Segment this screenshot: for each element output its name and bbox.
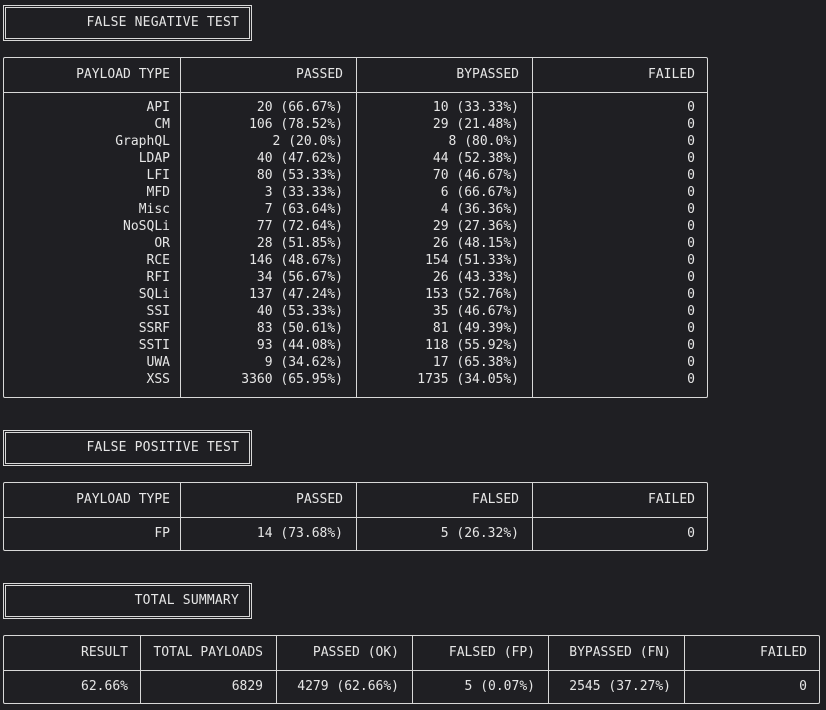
summary-cell-passed-ok: 4279 (62.66%) bbox=[297, 679, 399, 694]
fn-cell-passed: 93 (44.08%) bbox=[256, 338, 343, 353]
fn-cell-bypassed: 6 (66.67%) bbox=[440, 185, 519, 200]
header-falsed-fp: FALSED (FP) bbox=[448, 645, 535, 660]
fn-cell-failed: 0 bbox=[687, 287, 695, 302]
fn-cell-bypassed: 118 (55.92%) bbox=[425, 338, 519, 353]
fn-cell-passed: 137 (47.24%) bbox=[249, 287, 343, 302]
fn-cell-payload-type: UWA bbox=[146, 355, 170, 370]
fn-cell-bypassed: 29 (27.36%) bbox=[432, 219, 519, 234]
fn-cell-payload-type: SSTI bbox=[138, 338, 170, 353]
summary-table: RESULT TOTAL PAYLOADS PASSED (OK) FALSED (F… bbox=[3, 635, 820, 704]
fn-cell-passed: 20 (66.67%) bbox=[256, 100, 343, 115]
fn-cell-failed: 0 bbox=[687, 236, 695, 251]
fn-cell-payload-type: LFI bbox=[146, 168, 170, 183]
fn-cell-passed: 7 (63.64%) bbox=[264, 202, 343, 217]
fn-cell-failed: 0 bbox=[687, 168, 695, 183]
fn-cell-bypassed: 81 (49.39%) bbox=[432, 321, 519, 336]
fn-cell-failed: 0 bbox=[687, 151, 695, 166]
fn-cell-payload-type: API bbox=[146, 100, 170, 115]
fn-cell-bypassed: 1735 (34.05%) bbox=[417, 372, 519, 387]
fn-cell-failed: 0 bbox=[687, 355, 695, 370]
header-bypassed-fn: BYPASSED (FN) bbox=[569, 645, 671, 660]
header-failed: FAILED bbox=[648, 492, 695, 507]
fn-cell-failed: 0 bbox=[687, 253, 695, 268]
fn-cell-passed: 40 (47.62%) bbox=[256, 151, 343, 166]
fn-cell-bypassed: 154 (51.33%) bbox=[425, 253, 519, 268]
fn-cell-payload-type: NoSQLi bbox=[123, 219, 170, 234]
fn-cell-failed: 0 bbox=[687, 304, 695, 319]
header-payload-type: PAYLOAD TYPE bbox=[76, 492, 170, 507]
header-passed: PASSED bbox=[296, 492, 343, 507]
fn-cell-bypassed: 26 (48.15%) bbox=[432, 236, 519, 251]
fn-cell-passed: 34 (56.67%) bbox=[256, 270, 343, 285]
fn-cell-failed: 0 bbox=[687, 100, 695, 115]
fn-cell-passed: 83 (50.61%) bbox=[256, 321, 343, 336]
fn-cell-bypassed: 4 (36.36%) bbox=[440, 202, 519, 217]
header-payload-type: PAYLOAD TYPE bbox=[76, 67, 170, 82]
header-total-payloads: TOTAL PAYLOADS bbox=[153, 645, 263, 660]
fn-test-title: FALSE NEGATIVE TEST bbox=[3, 5, 252, 41]
summary-cell-total-payloads: 6829 bbox=[231, 679, 263, 694]
fn-cell-bypassed: 70 (46.67%) bbox=[432, 168, 519, 183]
fn-cell-failed: 0 bbox=[687, 134, 695, 149]
fn-cell-payload-type: GraphQL bbox=[115, 134, 170, 149]
fn-cell-failed: 0 bbox=[687, 270, 695, 285]
header-passed-ok: PASSED (OK) bbox=[312, 645, 399, 660]
fn-cell-payload-type: Misc bbox=[138, 202, 170, 217]
fn-cell-passed: 9 (34.62%) bbox=[264, 355, 343, 370]
fn-cell-bypassed: 44 (52.38%) bbox=[432, 151, 519, 166]
fn-results-table: PAYLOAD TYPE PASSED BYPASSED FAILED API 20 (… bbox=[3, 57, 708, 398]
fn-cell-bypassed: 29 (21.48%) bbox=[432, 117, 519, 132]
fp-cell-payload-type: FP bbox=[154, 526, 170, 541]
fn-cell-passed: 77 (72.64%) bbox=[256, 219, 343, 234]
fn-cell-passed: 3360 (65.95%) bbox=[241, 372, 343, 387]
fn-cell-failed: 0 bbox=[687, 117, 695, 132]
summary-cell-falsed-fp: 5 (0.07%) bbox=[464, 679, 535, 694]
fn-cell-payload-type: CM bbox=[154, 117, 170, 132]
header-failed: FAILED bbox=[760, 645, 807, 660]
fn-cell-payload-type: SSRF bbox=[138, 321, 170, 336]
fn-cell-passed: 106 (78.52%) bbox=[249, 117, 343, 132]
fn-cell-bypassed: 35 (46.67%) bbox=[432, 304, 519, 319]
fp-results-table: PAYLOAD TYPE PASSED FALSED FAILED FP 14 (73.… bbox=[3, 482, 708, 551]
fn-cell-failed: 0 bbox=[687, 202, 695, 217]
fp-cell-failed: 0 bbox=[687, 526, 695, 541]
header-passed: PASSED bbox=[296, 67, 343, 82]
fn-cell-bypassed: 17 (65.38%) bbox=[432, 355, 519, 370]
header-bypassed: BYPASSED bbox=[456, 67, 519, 82]
summary-title: TOTAL SUMMARY bbox=[3, 583, 252, 619]
fn-cell-passed: 2 (20.0%) bbox=[272, 134, 343, 149]
fn-cell-bypassed: 26 (43.33%) bbox=[432, 270, 519, 285]
fp-test-title: FALSE POSITIVE TEST bbox=[3, 430, 252, 466]
fn-cell-bypassed: 153 (52.76%) bbox=[425, 287, 519, 302]
fn-cell-passed: 3 (33.33%) bbox=[264, 185, 343, 200]
fn-cell-bypassed: 8 (80.0%) bbox=[448, 134, 519, 149]
header-falsed: FALSED bbox=[472, 492, 519, 507]
fn-cell-payload-type: XSS bbox=[146, 372, 170, 387]
fn-cell-payload-type: SSI bbox=[146, 304, 170, 319]
fn-cell-passed: 80 (53.33%) bbox=[256, 168, 343, 183]
fn-cell-passed: 40 (53.33%) bbox=[256, 304, 343, 319]
header-failed: FAILED bbox=[648, 67, 695, 82]
fn-cell-failed: 0 bbox=[687, 219, 695, 234]
fn-cell-payload-type: RFI bbox=[146, 270, 170, 285]
fn-cell-payload-type: SQLi bbox=[138, 287, 170, 302]
summary-cell-result: 62.66% bbox=[81, 679, 128, 694]
fp-cell-passed: 14 (73.68%) bbox=[256, 526, 343, 541]
fn-cell-passed: 146 (48.67%) bbox=[249, 253, 343, 268]
summary-cell-failed: 0 bbox=[799, 679, 807, 694]
fn-cell-bypassed: 10 (33.33%) bbox=[432, 100, 519, 115]
fn-cell-failed: 0 bbox=[687, 372, 695, 387]
fn-cell-failed: 0 bbox=[687, 338, 695, 353]
fn-cell-failed: 0 bbox=[687, 185, 695, 200]
fn-cell-payload-type: MFD bbox=[146, 185, 170, 200]
summary-cell-bypassed-fn: 2545 (37.27%) bbox=[569, 679, 671, 694]
fn-cell-passed: 28 (51.85%) bbox=[256, 236, 343, 251]
fn-cell-payload-type: LDAP bbox=[138, 151, 170, 166]
header-result: RESULT bbox=[81, 645, 128, 660]
fp-cell-falsed: 5 (26.32%) bbox=[440, 526, 519, 541]
fn-cell-payload-type: RCE bbox=[146, 253, 170, 268]
fn-cell-payload-type: OR bbox=[154, 236, 170, 251]
fn-cell-failed: 0 bbox=[687, 321, 695, 336]
